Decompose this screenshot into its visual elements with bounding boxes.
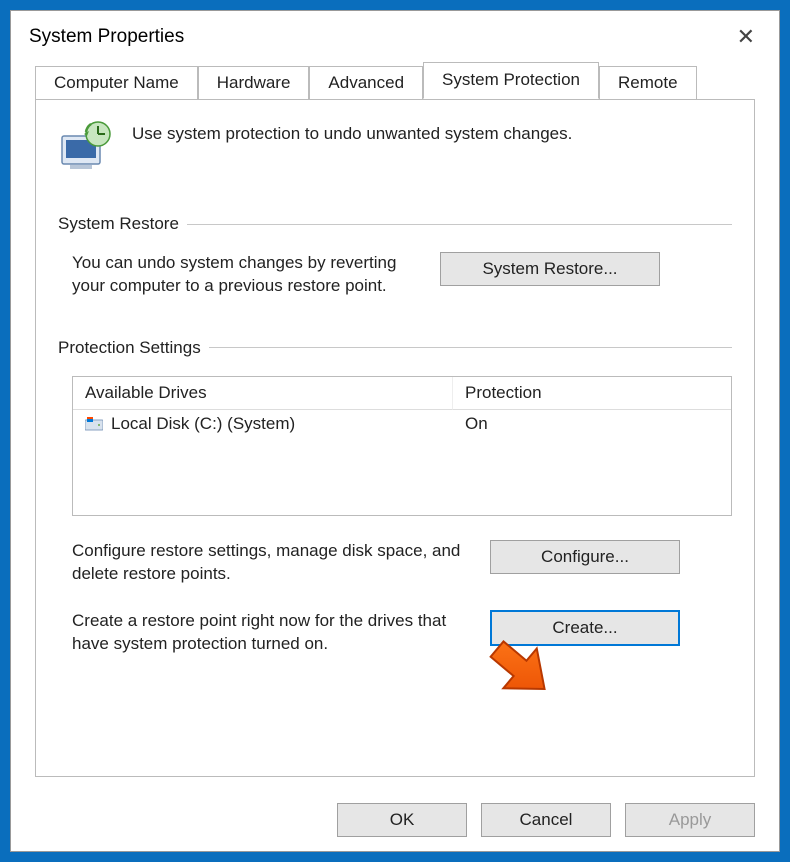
- outer-frame: System Properties ✕ Computer Name Hardwa…: [0, 0, 790, 862]
- dialog-footer: OK Cancel Apply: [337, 803, 755, 837]
- divider: [187, 224, 732, 225]
- intro-text: Use system protection to undo unwanted s…: [132, 118, 572, 144]
- create-description: Create a restore point right now for the…: [72, 610, 472, 656]
- tab-remote[interactable]: Remote: [599, 66, 697, 100]
- drive-protection-status: On: [453, 410, 731, 438]
- apply-button[interactable]: Apply: [625, 803, 755, 837]
- window-title: System Properties: [29, 26, 184, 48]
- drive-icon: [85, 417, 103, 431]
- tab-computer-name[interactable]: Computer Name: [35, 66, 198, 100]
- cancel-button[interactable]: Cancel: [481, 803, 611, 837]
- create-row: Create a restore point right now for the…: [72, 610, 732, 656]
- column-available-drives[interactable]: Available Drives: [73, 377, 453, 410]
- drive-name: Local Disk (C:) (System): [111, 414, 295, 434]
- drives-list[interactable]: Available Drives Protection Local Disk (…: [72, 376, 732, 516]
- configure-button[interactable]: Configure...: [490, 540, 680, 574]
- system-restore-row: You can undo system changes by reverting…: [72, 252, 732, 298]
- tab-system-protection[interactable]: System Protection: [423, 62, 599, 99]
- configure-row: Configure restore settings, manage disk …: [72, 540, 732, 586]
- tab-panel-system-protection: Use system protection to undo unwanted s…: [35, 99, 755, 777]
- system-protection-icon: [58, 118, 114, 174]
- divider: [209, 347, 732, 348]
- section-protection-settings-header: Protection Settings: [58, 338, 732, 358]
- system-restore-description: You can undo system changes by reverting…: [72, 252, 422, 298]
- intro-row: Use system protection to undo unwanted s…: [58, 118, 732, 174]
- section-system-restore-label: System Restore: [58, 214, 179, 234]
- titlebar: System Properties ✕: [11, 11, 779, 63]
- tab-advanced[interactable]: Advanced: [309, 66, 423, 100]
- configure-description: Configure restore settings, manage disk …: [72, 540, 472, 586]
- create-button[interactable]: Create...: [490, 610, 680, 646]
- section-system-restore-header: System Restore: [58, 214, 732, 234]
- system-restore-button[interactable]: System Restore...: [440, 252, 660, 286]
- column-protection[interactable]: Protection: [453, 377, 731, 410]
- tab-hardware[interactable]: Hardware: [198, 66, 310, 100]
- ok-button[interactable]: OK: [337, 803, 467, 837]
- drives-list-header: Available Drives Protection: [73, 377, 731, 410]
- tab-strip: Computer Name Hardware Advanced System P…: [11, 63, 779, 99]
- section-protection-settings-label: Protection Settings: [58, 338, 201, 358]
- close-button[interactable]: ✕: [725, 20, 767, 54]
- system-properties-dialog: System Properties ✕ Computer Name Hardwa…: [10, 10, 780, 852]
- drive-row[interactable]: Local Disk (C:) (System) On: [73, 410, 731, 438]
